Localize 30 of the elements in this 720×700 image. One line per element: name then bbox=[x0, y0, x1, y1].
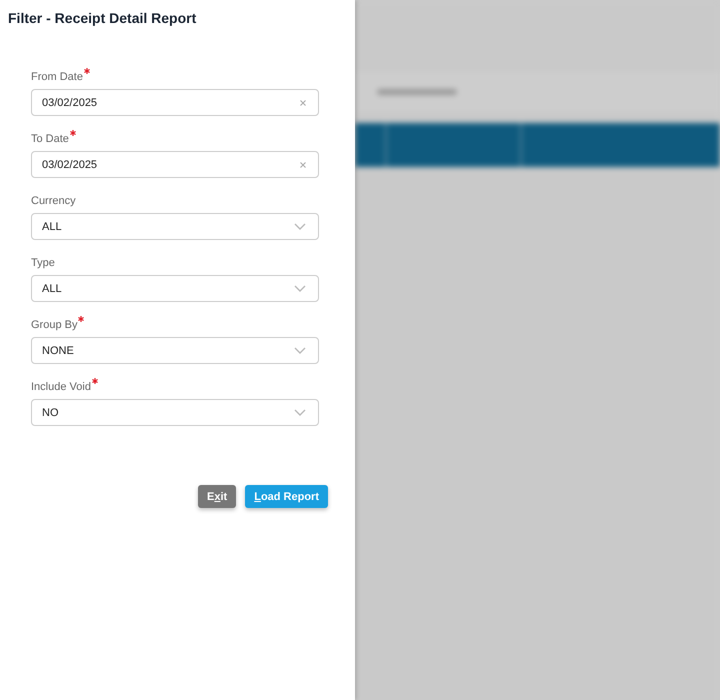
required-asterisk-icon bbox=[84, 68, 90, 74]
field-value: NO bbox=[42, 406, 58, 418]
field-value: NONE bbox=[42, 344, 74, 356]
field-value: ALL bbox=[42, 220, 62, 232]
chevron-down-icon bbox=[294, 409, 306, 416]
chevron-down-icon bbox=[294, 285, 306, 292]
field-label: Include Void bbox=[31, 381, 91, 394]
chevron-down-icon bbox=[294, 347, 306, 354]
field-label: Currency bbox=[31, 195, 76, 208]
field-value: ALL bbox=[42, 282, 62, 294]
clear-icon[interactable] bbox=[300, 100, 306, 106]
required-asterisk-icon bbox=[78, 316, 84, 322]
required-asterisk-icon bbox=[92, 378, 98, 384]
field-value: 03/02/2025 bbox=[42, 158, 98, 170]
field-value: 03/02/2025 bbox=[42, 96, 98, 108]
field-label: To Date bbox=[31, 133, 69, 146]
dropdown-field[interactable]: ALL bbox=[31, 275, 319, 302]
chevron-down-icon bbox=[294, 223, 306, 230]
required-asterisk-icon bbox=[70, 130, 76, 136]
dropdown-field[interactable]: ALL bbox=[31, 213, 319, 240]
dropdown-field[interactable]: NONE bbox=[31, 337, 319, 364]
exit-button[interactable]: Exit bbox=[198, 485, 236, 508]
field-label: Type bbox=[31, 257, 55, 270]
clear-icon[interactable] bbox=[300, 162, 306, 168]
date-input-field[interactable]: 03/02/2025 bbox=[31, 89, 319, 116]
date-input-field[interactable]: 03/02/2025 bbox=[31, 151, 319, 178]
dialog-title: Filter - Receipt Detail Report bbox=[7, 10, 198, 26]
dropdown-field[interactable]: NO bbox=[31, 399, 319, 426]
field-label: Group By bbox=[31, 319, 78, 332]
field-label: From Date bbox=[31, 71, 83, 84]
